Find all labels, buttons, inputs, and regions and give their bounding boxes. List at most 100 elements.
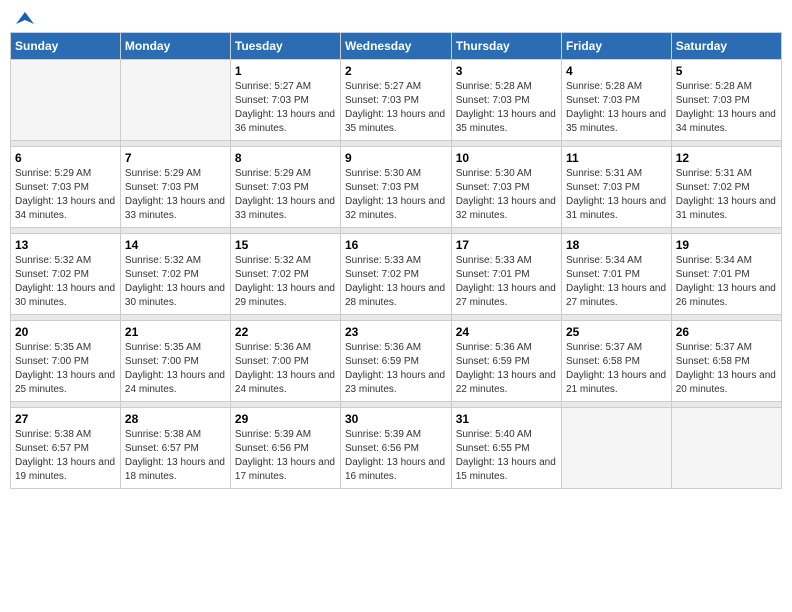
- day-number: 28: [125, 412, 226, 426]
- day-number: 14: [125, 238, 226, 252]
- calendar-cell: 4Sunrise: 5:28 AMSunset: 7:03 PMDaylight…: [561, 60, 671, 141]
- calendar-cell: 16 Sunrise: 5:33 AMSunset: 7:02 PMDayligh…: [340, 234, 451, 315]
- day-number: 22: [235, 325, 336, 339]
- calendar-cell: 25 Sunrise: 5:37 AMSunset: 6:58 PMDayligh…: [561, 321, 671, 402]
- day-number: 23: [345, 325, 447, 339]
- calendar-header-row: SundayMondayTuesdayWednesdayThursdayFrid…: [11, 33, 782, 60]
- header-monday: Monday: [120, 33, 230, 60]
- day-number: 16: [345, 238, 447, 252]
- day-number: 2: [345, 64, 447, 78]
- day-info: Sunrise: 5:30 AMSunset: 7:03 PMDaylight:…: [345, 167, 447, 223]
- calendar-week-3: 13 Sunrise: 5:32 AMSunset: 7:02 PMDayligh…: [11, 234, 782, 315]
- day-number: 31: [456, 412, 557, 426]
- day-info: Sunrise: 5:36 AMSunset: 7:00 PMDaylight:…: [235, 341, 336, 397]
- day-info: Sunrise: 5:27 AMSunset: 7:03 PMDaylight:…: [345, 80, 447, 136]
- calendar-cell: 7 Sunrise: 5:29 AMSunset: 7:03 PMDaylight…: [120, 147, 230, 228]
- calendar-cell: 8 Sunrise: 5:29 AMSunset: 7:03 PMDaylight…: [230, 147, 340, 228]
- calendar-cell: 20 Sunrise: 5:35 AMSunset: 7:00 PMDayligh…: [11, 321, 121, 402]
- day-info: Sunrise: 5:31 AMSunset: 7:02 PMDaylight:…: [676, 167, 777, 223]
- calendar-cell: 10 Sunrise: 5:30 AMSunset: 7:03 PMDayligh…: [451, 147, 561, 228]
- calendar-cell: 23 Sunrise: 5:36 AMSunset: 6:59 PMDayligh…: [340, 321, 451, 402]
- day-number: 20: [15, 325, 116, 339]
- day-number: 11: [566, 151, 667, 165]
- day-number: 15: [235, 238, 336, 252]
- calendar-cell: 31 Sunrise: 5:40 AMSunset: 6:55 PMDayligh…: [451, 408, 561, 489]
- calendar-cell: 27 Sunrise: 5:38 AMSunset: 6:57 PMDayligh…: [11, 408, 121, 489]
- calendar-cell: 19Sunrise: 5:34 AMSunset: 7:01 PMDayligh…: [671, 234, 781, 315]
- calendar-week-5: 27 Sunrise: 5:38 AMSunset: 6:57 PMDayligh…: [11, 408, 782, 489]
- calendar-week-1: 1 Sunrise: 5:27 AMSunset: 7:03 PMDaylight…: [11, 60, 782, 141]
- day-info: Sunrise: 5:30 AMSunset: 7:03 PMDaylight:…: [456, 167, 557, 223]
- day-info: Sunrise: 5:38 AMSunset: 6:57 PMDaylight:…: [15, 428, 116, 484]
- calendar-cell: 21 Sunrise: 5:35 AMSunset: 7:00 PMDayligh…: [120, 321, 230, 402]
- day-info: Sunrise: 5:29 AMSunset: 7:03 PMDaylight:…: [125, 167, 226, 223]
- calendar-cell: 30 Sunrise: 5:39 AMSunset: 6:56 PMDayligh…: [340, 408, 451, 489]
- day-info: Sunrise: 5:31 AMSunset: 7:03 PMDaylight:…: [566, 167, 667, 223]
- day-number: 24: [456, 325, 557, 339]
- day-info: Sunrise: 5:35 AMSunset: 7:00 PMDaylight:…: [125, 341, 226, 397]
- day-info: Sunrise: 5:29 AMSunset: 7:03 PMDaylight:…: [15, 167, 116, 223]
- header-tuesday: Tuesday: [230, 33, 340, 60]
- day-number: 1: [235, 64, 336, 78]
- calendar-cell: 17 Sunrise: 5:33 AMSunset: 7:01 PMDayligh…: [451, 234, 561, 315]
- calendar-cell: 2 Sunrise: 5:27 AMSunset: 7:03 PMDaylight…: [340, 60, 451, 141]
- calendar-cell: 22 Sunrise: 5:36 AMSunset: 7:00 PMDayligh…: [230, 321, 340, 402]
- header-friday: Friday: [561, 33, 671, 60]
- calendar-cell: [120, 60, 230, 141]
- day-number: 7: [125, 151, 226, 165]
- day-info: Sunrise: 5:40 AMSunset: 6:55 PMDaylight:…: [456, 428, 557, 484]
- day-info: Sunrise: 5:32 AMSunset: 7:02 PMDaylight:…: [15, 254, 116, 310]
- day-info: Sunrise: 5:32 AMSunset: 7:02 PMDaylight:…: [125, 254, 226, 310]
- logo-bird-icon: [16, 10, 34, 28]
- day-info: Sunrise: 5:35 AMSunset: 7:00 PMDaylight:…: [15, 341, 116, 397]
- day-info: Sunrise: 5:38 AMSunset: 6:57 PMDaylight:…: [125, 428, 226, 484]
- calendar-cell: 1 Sunrise: 5:27 AMSunset: 7:03 PMDaylight…: [230, 60, 340, 141]
- header-wednesday: Wednesday: [340, 33, 451, 60]
- calendar-cell: 26Sunrise: 5:37 AMSunset: 6:58 PMDayligh…: [671, 321, 781, 402]
- day-number: 21: [125, 325, 226, 339]
- day-number: 17: [456, 238, 557, 252]
- calendar-table: SundayMondayTuesdayWednesdayThursdayFrid…: [10, 32, 782, 489]
- day-number: 29: [235, 412, 336, 426]
- calendar-cell: 13 Sunrise: 5:32 AMSunset: 7:02 PMDayligh…: [11, 234, 121, 315]
- day-number: 27: [15, 412, 116, 426]
- calendar-week-2: 6Sunrise: 5:29 AMSunset: 7:03 PMDaylight…: [11, 147, 782, 228]
- calendar-cell: 9 Sunrise: 5:30 AMSunset: 7:03 PMDaylight…: [340, 147, 451, 228]
- calendar-cell: [561, 408, 671, 489]
- calendar-week-4: 20 Sunrise: 5:35 AMSunset: 7:00 PMDayligh…: [11, 321, 782, 402]
- day-info: Sunrise: 5:36 AMSunset: 6:59 PMDaylight:…: [345, 341, 447, 397]
- day-number: 12: [676, 151, 777, 165]
- day-info: Sunrise: 5:33 AMSunset: 7:01 PMDaylight:…: [456, 254, 557, 310]
- header-saturday: Saturday: [671, 33, 781, 60]
- day-info: Sunrise: 5:27 AMSunset: 7:03 PMDaylight:…: [235, 80, 336, 136]
- calendar-cell: 6Sunrise: 5:29 AMSunset: 7:03 PMDaylight…: [11, 147, 121, 228]
- calendar-cell: [671, 408, 781, 489]
- calendar-cell: 15Sunrise: 5:32 AMSunset: 7:02 PMDayligh…: [230, 234, 340, 315]
- day-number: 8: [235, 151, 336, 165]
- day-number: 25: [566, 325, 667, 339]
- calendar-cell: 24Sunrise: 5:36 AMSunset: 6:59 PMDayligh…: [451, 321, 561, 402]
- day-info: Sunrise: 5:28 AMSunset: 7:03 PMDaylight:…: [456, 80, 557, 136]
- day-info: Sunrise: 5:28 AMSunset: 7:03 PMDaylight:…: [676, 80, 777, 136]
- calendar-cell: 11 Sunrise: 5:31 AMSunset: 7:03 PMDayligh…: [561, 147, 671, 228]
- day-info: Sunrise: 5:28 AMSunset: 7:03 PMDaylight:…: [566, 80, 667, 136]
- day-number: 5: [676, 64, 777, 78]
- day-info: Sunrise: 5:37 AMSunset: 6:58 PMDaylight:…: [676, 341, 777, 397]
- calendar-cell: 12 Sunrise: 5:31 AMSunset: 7:02 PMDayligh…: [671, 147, 781, 228]
- day-number: 9: [345, 151, 447, 165]
- day-info: Sunrise: 5:33 AMSunset: 7:02 PMDaylight:…: [345, 254, 447, 310]
- header-thursday: Thursday: [451, 33, 561, 60]
- logo: [14, 10, 34, 24]
- day-info: Sunrise: 5:34 AMSunset: 7:01 PMDaylight:…: [566, 254, 667, 310]
- day-info: Sunrise: 5:39 AMSunset: 6:56 PMDaylight:…: [345, 428, 447, 484]
- day-number: 13: [15, 238, 116, 252]
- day-info: Sunrise: 5:37 AMSunset: 6:58 PMDaylight:…: [566, 341, 667, 397]
- day-info: Sunrise: 5:29 AMSunset: 7:03 PMDaylight:…: [235, 167, 336, 223]
- header-sunday: Sunday: [11, 33, 121, 60]
- day-number: 30: [345, 412, 447, 426]
- day-number: 18: [566, 238, 667, 252]
- calendar-cell: [11, 60, 121, 141]
- calendar-cell: 29Sunrise: 5:39 AMSunset: 6:56 PMDayligh…: [230, 408, 340, 489]
- calendar-cell: 14 Sunrise: 5:32 AMSunset: 7:02 PMDayligh…: [120, 234, 230, 315]
- day-number: 10: [456, 151, 557, 165]
